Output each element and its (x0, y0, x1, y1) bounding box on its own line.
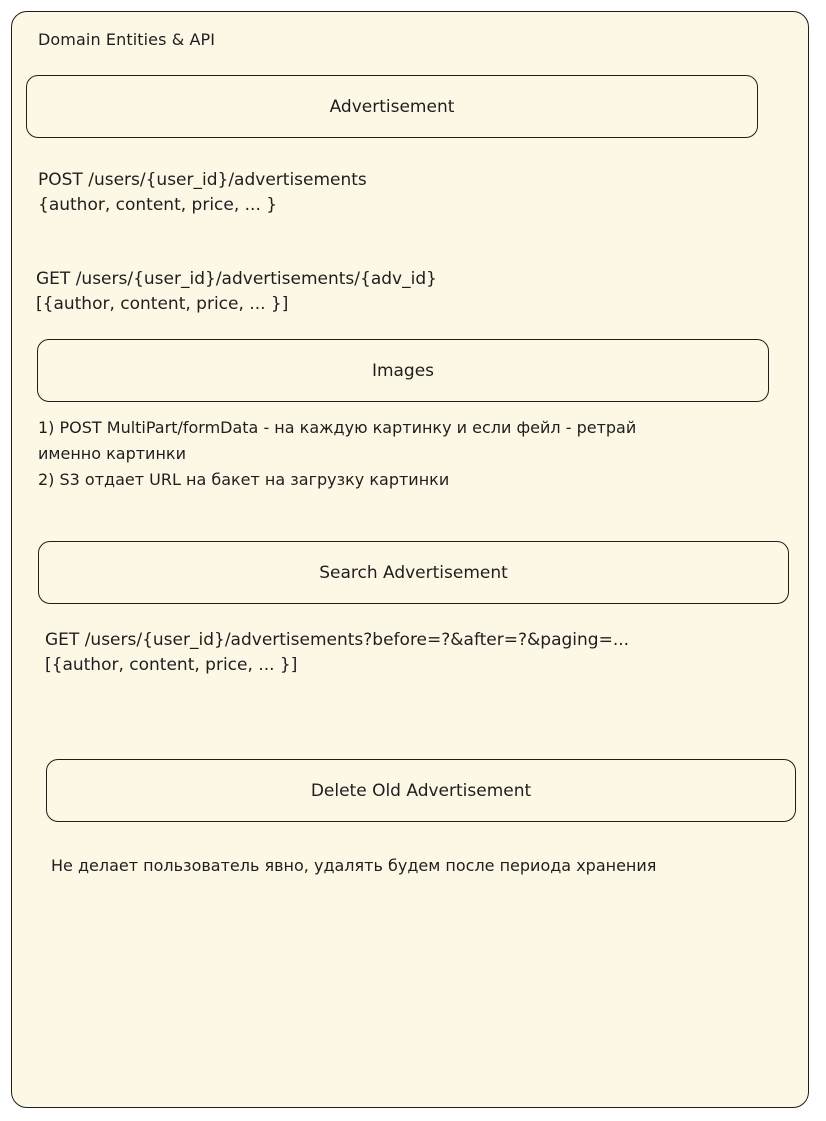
get-endpoint-response: [{author, content, price, ... }] (36, 294, 289, 314)
delete-old-advertisement-box: Delete Old Advertisement (46, 759, 796, 822)
post-endpoint-body: {author, content, price, ... } (38, 195, 278, 215)
post-endpoint-path: POST /users/{user_id}/advertisements (38, 170, 367, 190)
delete-note: Не делает пользователь явно, удалять буд… (51, 856, 657, 875)
advertisement-get-endpoint: GET /users/{user_id}/advertisements/{adv… (36, 267, 437, 317)
images-label: Images (371, 360, 435, 381)
delete-old-advertisement-label: Delete Old Advertisement (310, 780, 532, 801)
search-endpoint-path: GET /users/{user_id}/advertisements?befo… (45, 630, 630, 650)
images-step-1: 1) POST MultiPart/formData - на каждую к… (38, 418, 637, 437)
search-advertisement-box: Search Advertisement (38, 541, 789, 604)
search-endpoint: GET /users/{user_id}/advertisements?befo… (45, 628, 629, 678)
frame-title: Domain Entities & API (38, 30, 216, 49)
advertisement-box: Advertisement (26, 75, 758, 138)
images-step-1-continued: именно картинки (38, 444, 186, 463)
images-description: 1) POST MultiPart/formData - на каждую к… (38, 415, 636, 493)
advertisement-post-endpoint: POST /users/{user_id}/advertisements {au… (38, 168, 367, 218)
search-advertisement-label: Search Advertisement (319, 562, 508, 583)
images-box: Images (37, 339, 769, 402)
images-step-2: 2) S3 отдает URL на бакет на загрузку ка… (38, 470, 450, 489)
advertisement-label: Advertisement (329, 96, 455, 117)
get-endpoint-path: GET /users/{user_id}/advertisements/{adv… (36, 269, 437, 289)
search-endpoint-response: [{author, content, price, ... }] (45, 655, 298, 675)
